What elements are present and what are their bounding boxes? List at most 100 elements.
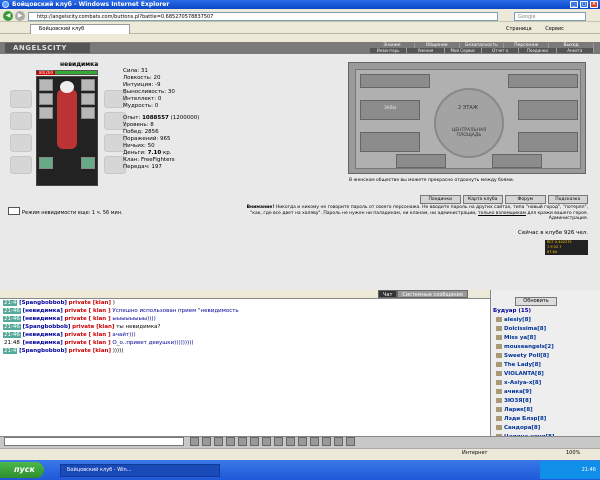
- menu-battles[interactable]: Поединки: [519, 48, 557, 53]
- chat-tool-icon[interactable]: [190, 437, 199, 446]
- hint-button[interactable]: Подсказка: [547, 195, 588, 204]
- club-map-button[interactable]: Карта клуба: [462, 195, 503, 204]
- map-tip: В женском обществе вы можете прекрасно о…: [349, 178, 515, 183]
- map-room[interactable]: [360, 132, 420, 152]
- chat-tool-icon[interactable]: [346, 437, 355, 446]
- stat-wisdom: Мудрость: 0: [123, 103, 159, 109]
- chat-input[interactable]: [4, 437, 184, 446]
- user-item[interactable]: Ларик[8]: [496, 407, 533, 413]
- menu-transfers[interactable]: Отчет о переводах: [482, 48, 520, 58]
- back-button[interactable]: ◀: [3, 11, 13, 21]
- chat-tool-icon[interactable]: [262, 437, 271, 446]
- slot-armor-ghost: [10, 156, 32, 174]
- map-room[interactable]: [518, 132, 578, 152]
- forward-button[interactable]: ▶: [15, 11, 25, 21]
- tab-chat[interactable]: Чат: [378, 290, 398, 298]
- item-slot[interactable]: [81, 107, 95, 119]
- chat-tool-icon[interactable]: [334, 437, 343, 446]
- page-menu[interactable]: Страница: [506, 26, 532, 32]
- minimize-button[interactable]: _: [570, 1, 578, 8]
- chat-tool-icon[interactable]: [226, 437, 235, 446]
- user-item[interactable]: VIOLANTA[8]: [496, 371, 544, 377]
- stat-transfers: Передач: 197: [123, 164, 162, 170]
- user-item[interactable]: alesiy[8]: [496, 317, 531, 323]
- menu-skills[interactable]: Умения: [407, 48, 445, 53]
- slot-weapon-ghost: [10, 134, 32, 152]
- window-titlebar: Бойцовский клуб - Windows Internet Explo…: [0, 0, 600, 9]
- user-item[interactable]: Sweety Poll[8]: [496, 353, 549, 359]
- map-room[interactable]: [508, 74, 578, 88]
- map-room[interactable]: [518, 100, 578, 120]
- stat-endurance: Выносливость: 30: [123, 89, 175, 95]
- stat-clan: Клан: FreeFighters: [123, 157, 175, 163]
- menu-service[interactable]: Мой Сервис: [445, 48, 482, 53]
- character-head: [60, 81, 74, 93]
- tab-system-messages[interactable]: Системные сообщения: [397, 290, 468, 298]
- item-slot[interactable]: [81, 93, 95, 105]
- room-title: Будуар (15): [493, 308, 532, 314]
- address-bar[interactable]: http://angelscity.combats.com/buttons.pl…: [28, 12, 498, 21]
- chat-tool-icon[interactable]: [298, 437, 307, 446]
- map-room[interactable]: [360, 74, 430, 88]
- taskbar-item[interactable]: Бойцовский клуб - Win...: [60, 464, 220, 477]
- tools-menu[interactable]: Сервис: [545, 26, 564, 32]
- chat-tool-icon[interactable]: [214, 437, 223, 446]
- map-room[interactable]: [396, 154, 446, 168]
- maximize-button[interactable]: □: [580, 1, 588, 8]
- user-item[interactable]: The Lady[8]: [496, 362, 541, 368]
- character-name[interactable]: невидимка: [60, 61, 106, 68]
- user-item[interactable]: Miss ya[8]: [496, 335, 536, 341]
- chat-tool-icon[interactable]: [202, 437, 211, 446]
- browser-tab[interactable]: Бойцовский клуб: [30, 24, 130, 34]
- command-bar: Страница Сервис: [470, 25, 598, 33]
- chat-tool-icon[interactable]: [286, 437, 295, 446]
- invisibility-icon: [8, 207, 20, 215]
- item-slot[interactable]: [81, 79, 95, 91]
- chat-tool-icon[interactable]: [322, 437, 331, 446]
- pet-slot[interactable]: [81, 157, 95, 169]
- user-item[interactable]: ЗЮЗЯ[8]: [496, 398, 531, 404]
- stats-counter[interactable]: RCT 0.442275 7.9 02.7 67.64: [545, 240, 588, 255]
- user-item[interactable]: x-Asiya-x[8]: [496, 380, 541, 386]
- close-button[interactable]: ×: [590, 1, 598, 8]
- clock: 21:46: [581, 467, 596, 473]
- user-item[interactable]: Лэди Блэр[8]: [496, 416, 546, 422]
- system-tray: 21:46: [540, 461, 600, 479]
- item-slot[interactable]: [39, 79, 53, 91]
- chat-message: 21:46 [Spangbobbob] private [klan] ты не…: [3, 324, 161, 330]
- online-count: Сейчас в клубе 926 чел.: [518, 230, 588, 236]
- user-item[interactable]: Dolcissima[8]: [496, 326, 546, 332]
- menu-inventory[interactable]: Инвентарь: [370, 48, 408, 53]
- user-item[interactable]: ачика[9]: [496, 389, 532, 395]
- warning-link[interactable]: только взломщикам: [478, 211, 526, 216]
- chat-tool-icon[interactable]: [238, 437, 247, 446]
- chat-message: 21:4 [Spangbobbob] private [klan] ): [3, 300, 115, 306]
- item-slot[interactable]: [39, 93, 53, 105]
- refresh-button[interactable]: Обновить: [515, 297, 557, 306]
- stat-agility: Ловкость: 20: [123, 75, 161, 81]
- menu-profile[interactable]: Анкета: [557, 48, 594, 53]
- chat-tabs: Чат Системные сообщения: [378, 290, 488, 298]
- map-room-halls[interactable]: ЗАЛЫ: [360, 100, 420, 120]
- club-map[interactable]: ЗАЛЫ 2 ЭТАЖ ЦЕНТРАЛЬНАЯ ПЛОЩАДЬ: [348, 62, 586, 174]
- invisibility-timer: Режим невидимости еще: 1 ч. 56 мин.: [22, 210, 123, 216]
- map-central-label[interactable]: ЦЕНТРАЛЬНАЯ ПЛОЩАДЬ: [448, 128, 490, 138]
- user-item[interactable]: mouseangels[2]: [496, 344, 554, 350]
- map-room[interactable]: [492, 154, 542, 168]
- character-avatar[interactable]: [36, 76, 98, 186]
- pet-slot[interactable]: [39, 157, 53, 169]
- chat-tool-icon[interactable]: [274, 437, 283, 446]
- stat-strength: Сила: 31: [123, 68, 148, 74]
- ie-icon: [2, 1, 9, 8]
- item-slot[interactable]: [39, 107, 53, 119]
- chat-tool-icon[interactable]: [310, 437, 319, 446]
- user-item[interactable]: Сандора[8]: [496, 425, 540, 431]
- forum-button[interactable]: Форум: [505, 195, 546, 204]
- status-zoom[interactable]: 100%: [566, 449, 580, 458]
- search-input[interactable]: Google: [514, 12, 586, 21]
- chat-tool-icon[interactable]: [250, 437, 259, 446]
- map-floor-label[interactable]: 2 ЭТАЖ: [453, 105, 483, 111]
- chat-message: 21:46 [невидимка] private [ klan ] Успеш…: [3, 308, 239, 314]
- battles-button[interactable]: Поединки: [420, 195, 461, 204]
- start-button[interactable]: пуск: [0, 462, 44, 478]
